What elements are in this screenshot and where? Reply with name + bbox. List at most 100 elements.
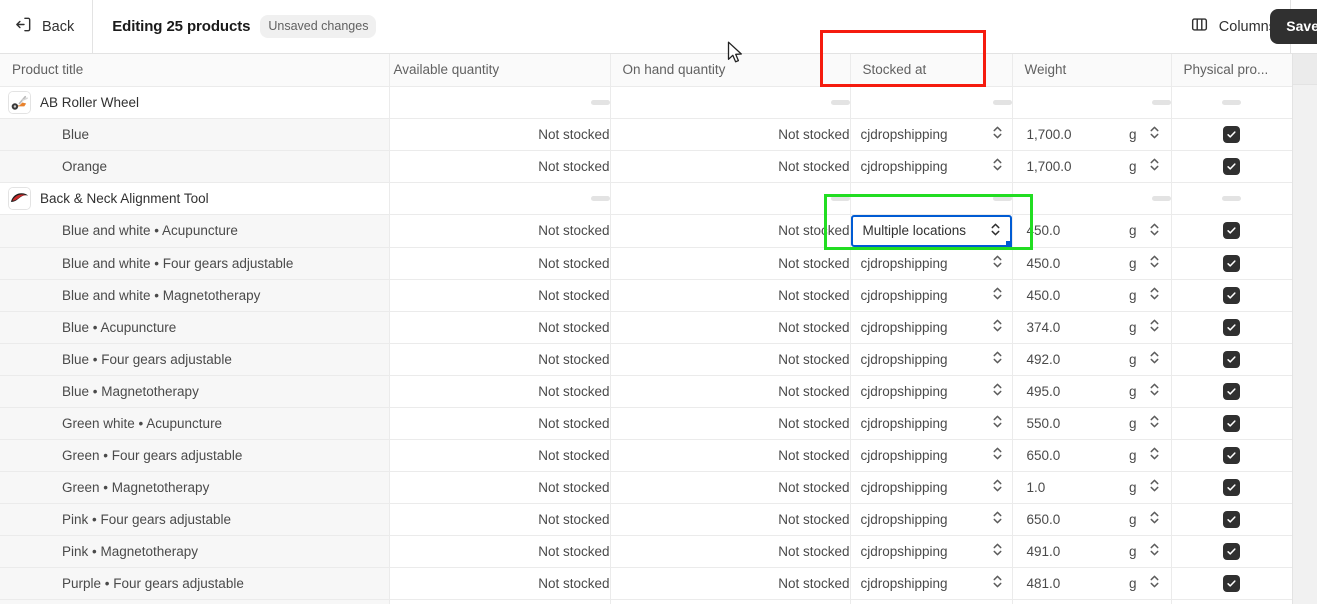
weight-unit-select[interactable]: g xyxy=(1129,222,1161,240)
product-title-cell[interactable]: Back & Neck Alignment Tool xyxy=(0,182,390,215)
weight-value[interactable]: 650.0 xyxy=(1027,512,1129,527)
stocked-at-cell[interactable]: cjdropshipping xyxy=(850,535,1013,568)
weight-cell[interactable]: 374.0 g xyxy=(1012,311,1172,344)
physical-product-checkbox[interactable] xyxy=(1223,478,1240,496)
available-quantity-cell[interactable]: Not stocked xyxy=(389,311,611,344)
physical-product-checkbox[interactable] xyxy=(1223,157,1240,175)
stocked-at-cell[interactable]: cjdropshipping xyxy=(850,375,1013,408)
available-quantity-cell[interactable]: Not stocked xyxy=(389,279,611,312)
variant-title-cell[interactable]: Purple • Four gears adjustable xyxy=(0,567,390,600)
on-hand-quantity-cell[interactable]: Not stocked xyxy=(610,375,851,408)
physical-product-cell[interactable] xyxy=(1171,567,1293,600)
on-hand-quantity-cell[interactable]: Not stocked xyxy=(610,150,851,183)
weight-cell[interactable]: 450.0 g xyxy=(1012,279,1172,312)
stocked-at-select[interactable]: cjdropshipping xyxy=(851,248,1012,278)
available-quantity-cell[interactable] xyxy=(389,599,611,604)
physical-product-checkbox[interactable] xyxy=(1223,542,1240,560)
weight-value[interactable]: 450.0 xyxy=(1027,288,1129,303)
on-hand-quantity-cell[interactable]: Not stocked xyxy=(610,279,851,312)
physical-product-checkbox[interactable] xyxy=(1223,574,1240,592)
weight-cell[interactable]: 650.0 g xyxy=(1012,439,1172,472)
stocked-at-select[interactable]: cjdropshipping xyxy=(851,568,1012,598)
stocked-at-select[interactable]: cjdropshipping xyxy=(851,280,1012,310)
physical-product-checkbox[interactable] xyxy=(1223,318,1240,336)
available-quantity-cell[interactable]: Not stocked xyxy=(389,535,611,568)
available-quantity-cell[interactable]: Not stocked xyxy=(389,407,611,440)
stocked-at-cell[interactable]: cjdropshipping xyxy=(850,247,1013,280)
physical-product-checkbox[interactable] xyxy=(1223,446,1240,464)
physical-product-checkbox[interactable] xyxy=(1223,350,1240,368)
on-hand-quantity-cell[interactable]: Not stocked xyxy=(610,214,851,248)
weight-unit-select[interactable]: g xyxy=(1129,350,1161,368)
weight-unit-select[interactable]: g xyxy=(1129,286,1161,304)
variant-title-cell[interactable]: Blue • Magnetotherapy xyxy=(0,375,390,408)
column-header-product-title[interactable]: Product title xyxy=(0,54,390,87)
on-hand-quantity-cell[interactable] xyxy=(610,599,851,604)
weight-unit-select[interactable]: g xyxy=(1129,414,1161,432)
physical-product-checkbox[interactable] xyxy=(1223,510,1240,528)
save-button[interactable]: Save xyxy=(1270,8,1317,44)
physical-product-cell[interactable] xyxy=(1171,439,1293,472)
stocked-at-cell[interactable]: cjdropshipping xyxy=(850,567,1013,600)
on-hand-quantity-cell[interactable]: Not stocked xyxy=(610,311,851,344)
back-button[interactable]: Back xyxy=(0,0,94,54)
fill-handle[interactable] xyxy=(1005,240,1011,246)
physical-product-cell[interactable] xyxy=(1171,311,1293,344)
weight-cell[interactable]: 491.0 g xyxy=(1012,535,1172,568)
weight-value[interactable]: 491.0 xyxy=(1027,544,1129,559)
on-hand-quantity-cell[interactable]: Not stocked xyxy=(610,247,851,280)
physical-product-cell[interactable] xyxy=(1171,343,1293,376)
weight-unit-select[interactable]: g xyxy=(1129,446,1161,464)
column-header-on-hand-quantity[interactable]: On hand quantity xyxy=(610,54,851,87)
on-hand-quantity-cell[interactable]: Not stocked xyxy=(610,407,851,440)
physical-product-cell[interactable] xyxy=(1171,279,1293,312)
weight-value[interactable]: 450.0 xyxy=(1027,256,1129,271)
on-hand-quantity-cell[interactable]: Not stocked xyxy=(610,118,851,151)
variant-title-cell[interactable]: Blue and white • Magnetotherapy xyxy=(0,279,390,312)
physical-product-checkbox[interactable] xyxy=(1223,125,1240,143)
physical-product-checkbox[interactable] xyxy=(1223,286,1240,304)
weight-cell[interactable]: 450.0 g xyxy=(1012,214,1172,248)
weight-cell[interactable]: 1,700.0 g xyxy=(1012,118,1172,151)
available-quantity-cell[interactable]: Not stocked xyxy=(389,150,611,183)
physical-product-cell[interactable] xyxy=(1171,118,1293,151)
stocked-at-select[interactable]: cjdropshipping xyxy=(851,504,1012,534)
physical-product-cell[interactable] xyxy=(1171,407,1293,440)
variant-title-cell[interactable]: Pink • Magnetotherapy xyxy=(0,535,390,568)
stocked-at-cell[interactable]: cjdropshipping xyxy=(850,503,1013,536)
product-title-cell[interactable]: AB Roller Wheel xyxy=(0,86,390,119)
available-quantity-cell[interactable]: Not stocked xyxy=(389,214,611,248)
stocked-at-cell[interactable]: cjdropshipping xyxy=(850,150,1013,183)
on-hand-quantity-cell[interactable]: Not stocked xyxy=(610,439,851,472)
available-quantity-cell[interactable]: Not stocked xyxy=(389,567,611,600)
weight-cell[interactable]: 550.0 g xyxy=(1012,407,1172,440)
variant-title-cell[interactable]: Green • Magnetotherapy xyxy=(0,471,390,504)
physical-product-cell[interactable] xyxy=(1171,599,1293,604)
physical-product-cell[interactable] xyxy=(1171,375,1293,408)
variant-title-cell[interactable]: Orange xyxy=(0,150,390,183)
stocked-at-cell[interactable]: cjdropshipping xyxy=(850,311,1013,344)
stocked-at-select[interactable]: cjdropshipping xyxy=(851,408,1012,438)
weight-unit-select[interactable]: g xyxy=(1129,254,1161,272)
bulk-edit-table-container[interactable]: Product title Available quantity On hand… xyxy=(0,54,1317,604)
stocked-at-select[interactable]: cjdropshipping xyxy=(851,376,1012,406)
on-hand-quantity-cell[interactable]: Not stocked xyxy=(610,503,851,536)
on-hand-quantity-cell[interactable]: Not stocked xyxy=(610,535,851,568)
weight-cell[interactable]: 450.0 g xyxy=(1012,247,1172,280)
on-hand-quantity-cell[interactable]: Not stocked xyxy=(610,567,851,600)
stocked-at-cell[interactable]: Multiple locations xyxy=(850,214,1013,248)
column-header-stocked-at[interactable]: Stocked at xyxy=(850,54,1013,87)
physical-product-checkbox[interactable] xyxy=(1223,414,1240,432)
physical-product-cell[interactable] xyxy=(1171,503,1293,536)
weight-unit-select[interactable]: g xyxy=(1129,510,1161,528)
weight-value[interactable]: 650.0 xyxy=(1027,448,1129,463)
on-hand-quantity-cell[interactable]: Not stocked xyxy=(610,471,851,504)
stocked-at-select[interactable]: cjdropshipping xyxy=(851,536,1012,566)
weight-value[interactable]: 550.0 xyxy=(1027,416,1129,431)
physical-product-cell[interactable] xyxy=(1171,214,1293,248)
stocked-at-cell[interactable]: cjdropshipping xyxy=(850,407,1013,440)
variant-title-cell[interactable]: Green white • Acupuncture xyxy=(0,407,390,440)
variant-title-cell[interactable]: Blue • Acupuncture xyxy=(0,311,390,344)
variant-title-cell[interactable]: Blue xyxy=(0,118,390,151)
weight-unit-select[interactable]: g xyxy=(1129,478,1161,496)
